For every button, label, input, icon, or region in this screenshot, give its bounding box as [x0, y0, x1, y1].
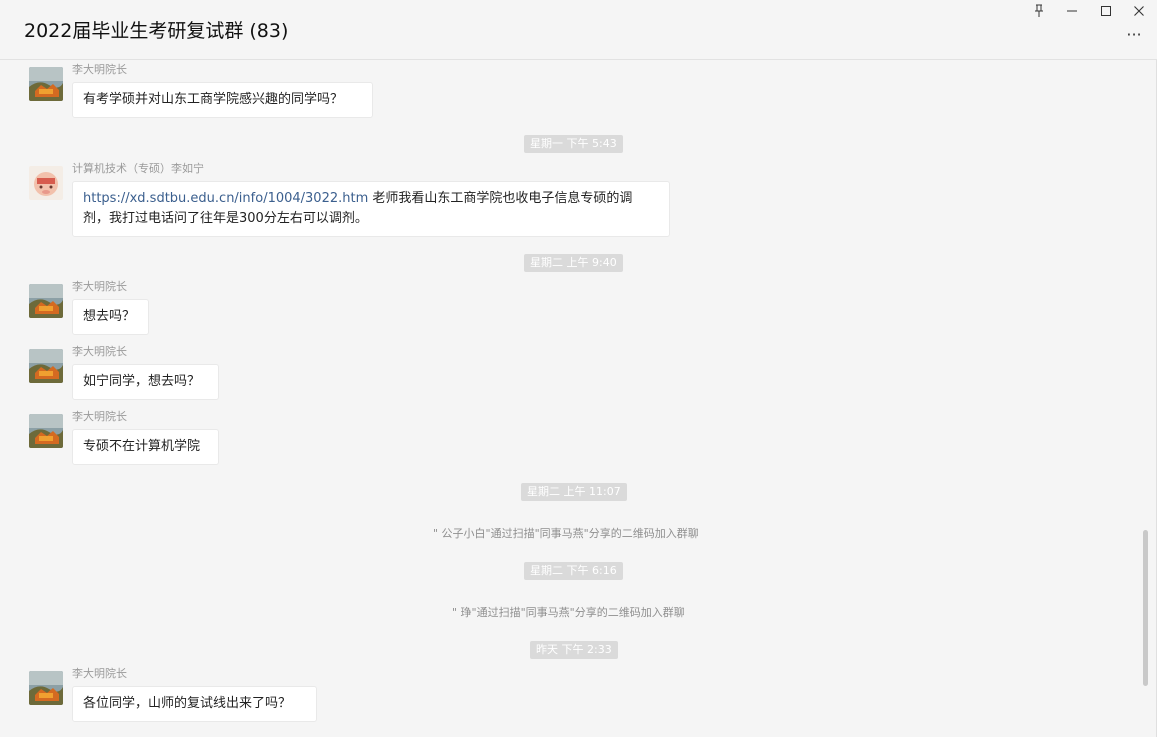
timestamp-badge: 星期二 上午 11:07: [521, 483, 627, 501]
message-item: 李大明院长 各位同学，山师的复试线出来了吗？: [29, 664, 349, 724]
avatar[interactable]: [29, 414, 63, 448]
message-item: 李大明院长 专硕不在计算机学院: [29, 407, 279, 467]
avatar[interactable]: [29, 166, 63, 200]
message-bubble[interactable]: 想去吗？: [72, 299, 149, 335]
scrollbar-thumb[interactable]: [1143, 530, 1148, 686]
message-text: 剂，我打过电话问了往年是300分左右可以调剂。: [83, 211, 368, 226]
system-notice: " 琤"通过扫描"同事马燕"分享的二维码加入群聊: [452, 606, 685, 619]
avatar[interactable]: [29, 671, 63, 705]
timestamp-badge: 昨天 下午 2:33: [530, 641, 618, 659]
message-item: 李大明院长 有考学硕并对山东工商学院感兴趣的同学吗？: [29, 60, 429, 120]
avatar[interactable]: [29, 67, 63, 101]
message-list[interactable]: 李大明院长 有考学硕并对山东工商学院感兴趣的同学吗？ 星期一 下午 5:43 计…: [0, 60, 1143, 737]
sender-name: 李大明院长: [72, 667, 127, 680]
pin-icon[interactable]: [1027, 2, 1051, 20]
message-item: 李大明院长 想去吗？: [29, 277, 229, 337]
chat-window: 2022届毕业生考研复试群 (83) ··· 李大明院长 有考学硕并对山东工商学…: [0, 0, 1157, 737]
timestamp-badge: 星期二 下午 6:16: [524, 562, 623, 580]
message-bubble[interactable]: 各位同学，山师的复试线出来了吗？: [72, 686, 317, 722]
close-icon[interactable]: [1127, 2, 1151, 20]
maximize-icon[interactable]: [1094, 2, 1118, 20]
sender-name: 计算机技术（专硕）李如宁: [72, 162, 204, 175]
sender-name: 李大明院长: [72, 63, 127, 76]
message-text: 老师我看山东工商学院也收电子信息专硕的调: [368, 191, 633, 206]
timestamp-badge: 星期二 上午 9:40: [524, 254, 623, 272]
avatar[interactable]: [29, 349, 63, 383]
more-icon[interactable]: ···: [1123, 27, 1145, 43]
message-bubble[interactable]: 专硕不在计算机学院: [72, 429, 219, 465]
sender-name: 李大明院长: [72, 345, 127, 358]
timestamp-badge: 星期一 下午 5:43: [524, 135, 623, 153]
title-bar: 2022届毕业生考研复试群 (83) ···: [0, 0, 1157, 60]
message-bubble[interactable]: https://xd.sdtbu.edu.cn/info/1004/3022.h…: [72, 181, 670, 237]
message-link[interactable]: https://xd.sdtbu.edu.cn/info/1004/3022.h…: [83, 191, 368, 206]
message-item: 计算机技术（专硕）李如宁 https://xd.sdtbu.edu.cn/inf…: [29, 159, 689, 239]
message-bubble[interactable]: 如宁同学，想去吗？: [72, 364, 219, 400]
avatar[interactable]: [29, 284, 63, 318]
sender-name: 李大明院长: [72, 410, 127, 423]
message-item: 李大明院长 如宁同学，想去吗？: [29, 342, 279, 402]
system-notice: " 公子小白"通过扫描"同事马燕"分享的二维码加入群聊: [433, 527, 699, 540]
chat-title: 2022届毕业生考研复试群 (83): [24, 20, 289, 42]
sender-name: 李大明院长: [72, 280, 127, 293]
minimize-icon[interactable]: [1060, 2, 1084, 20]
message-bubble[interactable]: 有考学硕并对山东工商学院感兴趣的同学吗？: [72, 82, 373, 118]
